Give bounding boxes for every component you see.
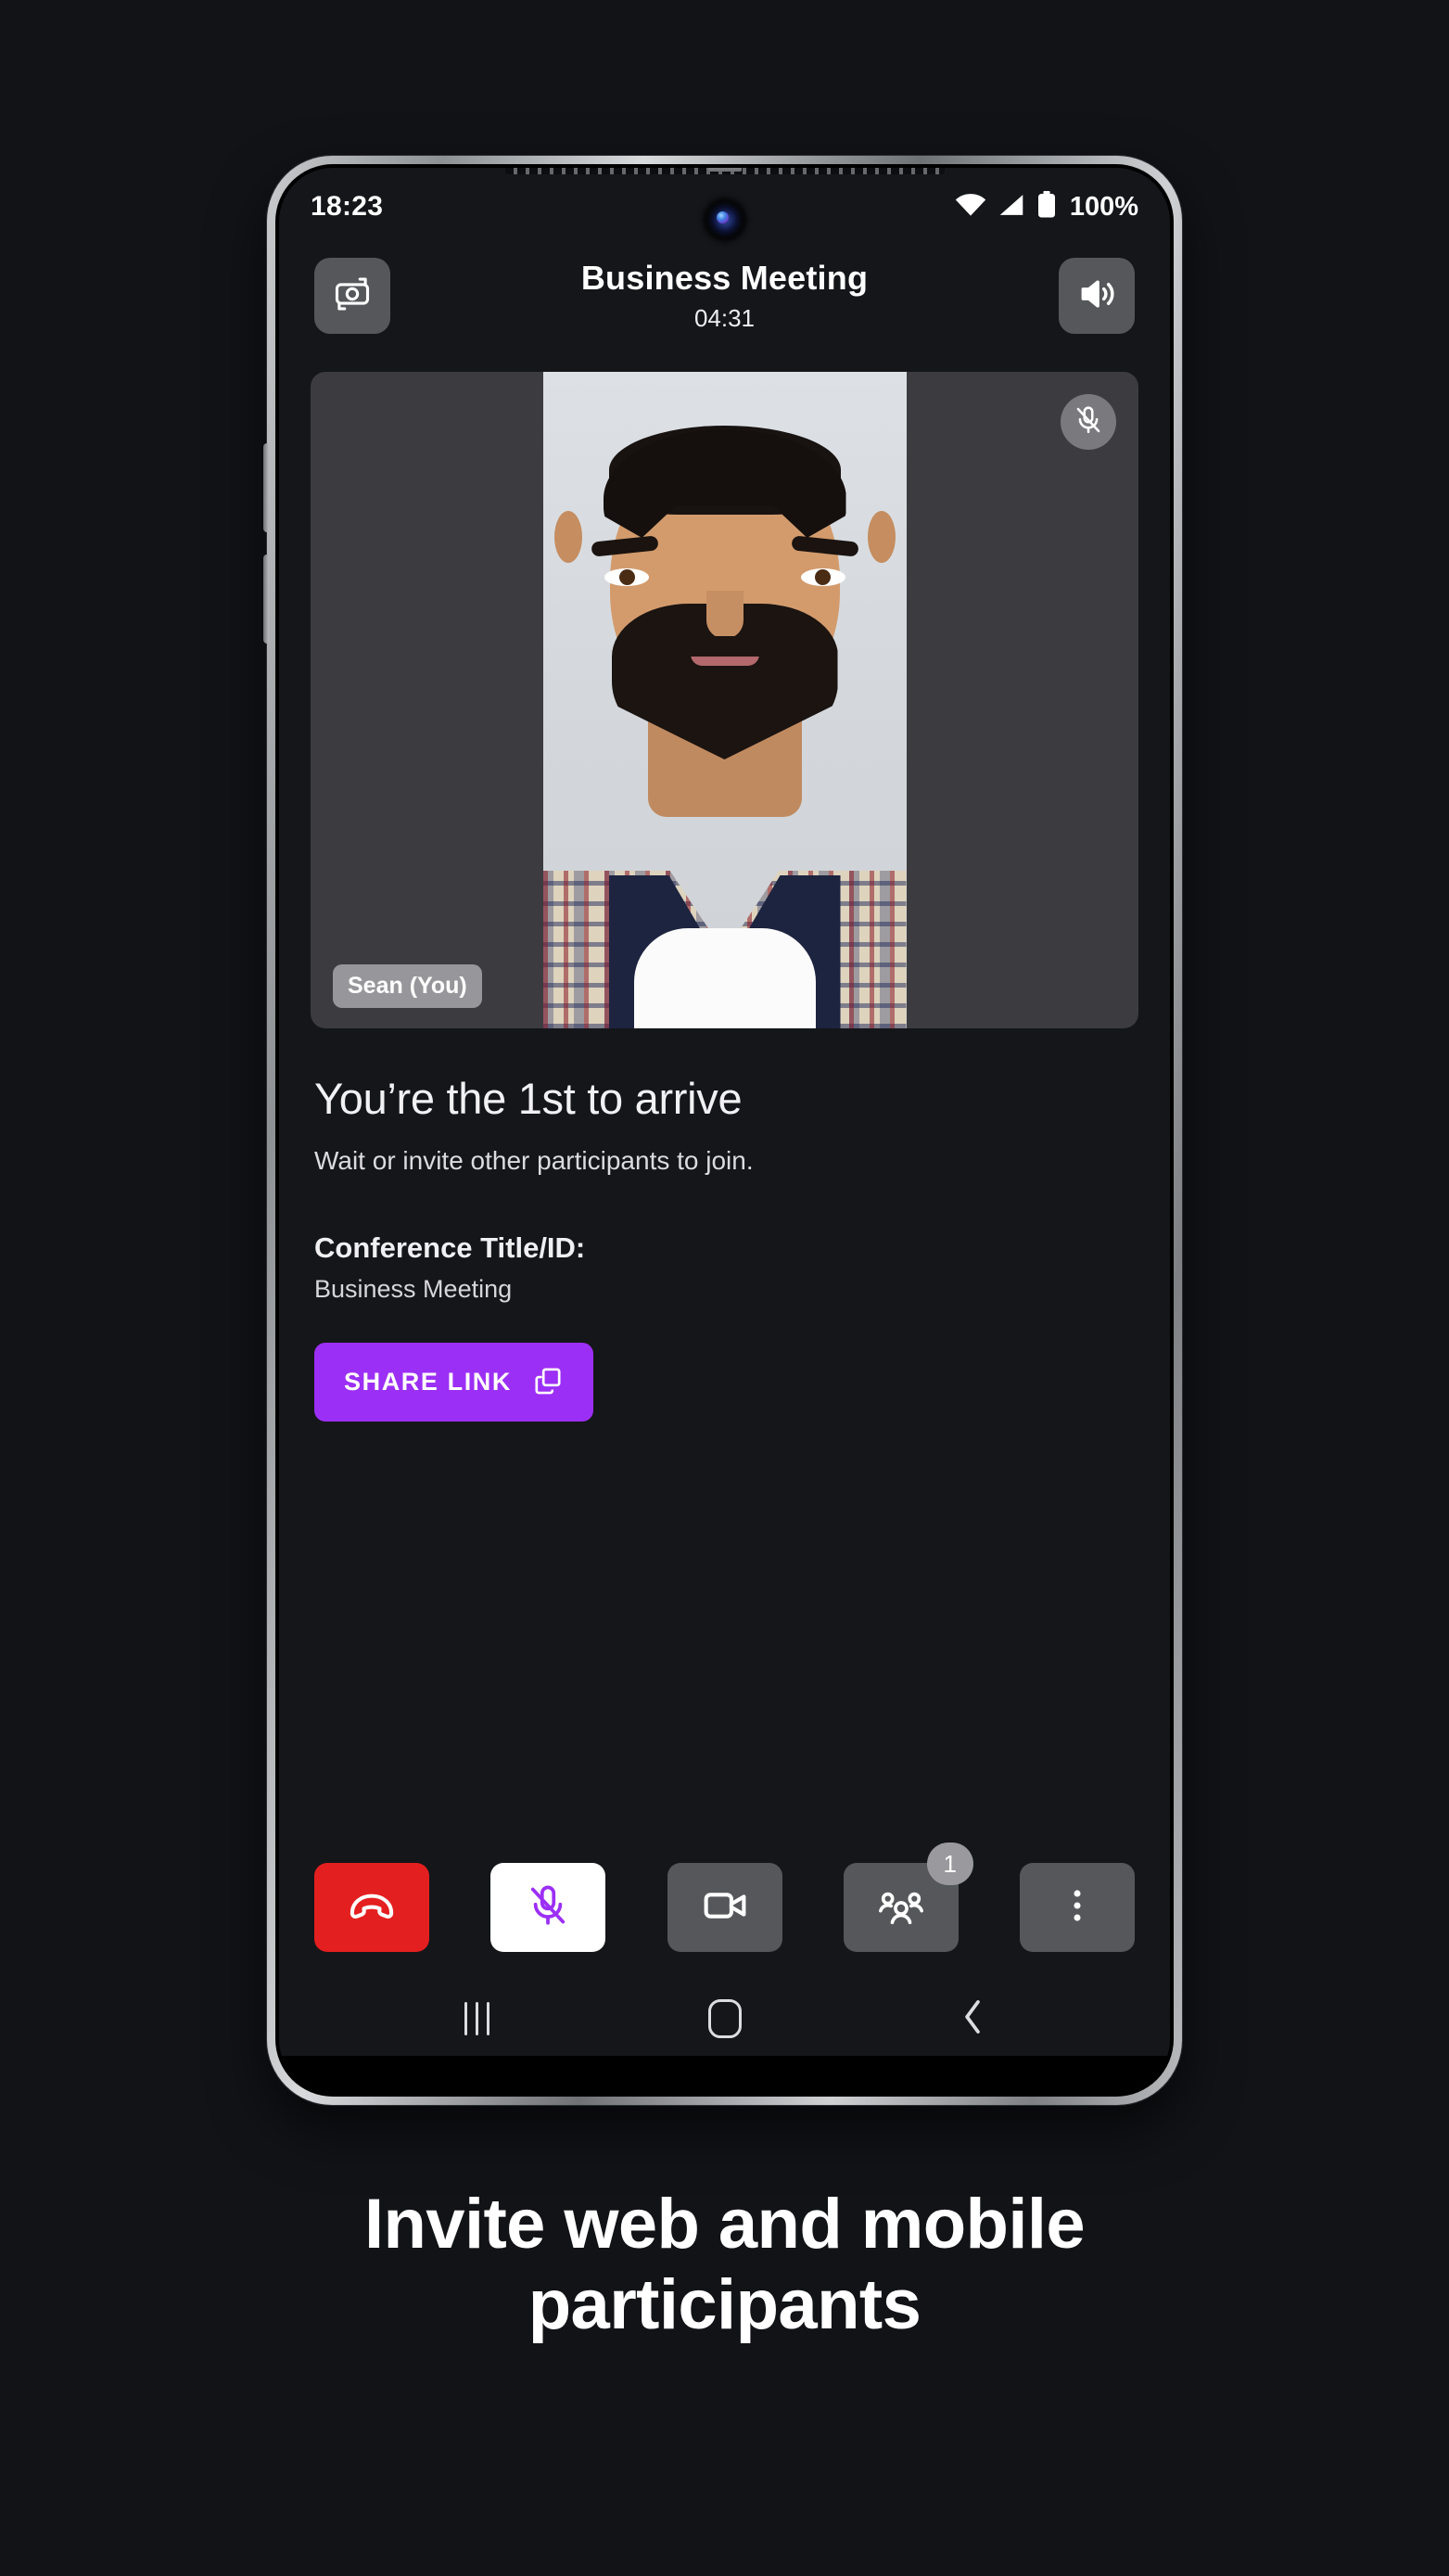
home-button[interactable] (683, 1991, 767, 2047)
phone-hangup-icon (347, 1881, 397, 1935)
promo-caption: Invite web and mobile participants (0, 2185, 1449, 2345)
end-call-button[interactable] (314, 1863, 429, 1952)
meeting-info-section: You’re the 1st to arrive Wait or invite … (279, 1028, 1170, 1422)
participant-name-badge: Sean (You) (333, 964, 482, 1008)
more-vertical-icon (1056, 1884, 1099, 1932)
participants-icon (877, 1881, 925, 1934)
phone-frame: 18:23 100% Business Meeting 04:31 Sean (… (263, 156, 1182, 2105)
front-camera-icon (705, 201, 744, 238)
microphone-toggle-button[interactable] (490, 1863, 606, 1952)
home-icon (707, 1999, 742, 2038)
participants-count-badge: 1 (926, 1843, 973, 1885)
battery-percentage: 100% (1069, 191, 1138, 222)
share-link-label: SHARE LINK (344, 1368, 513, 1396)
volume-up-button[interactable] (263, 443, 269, 532)
wifi-icon (955, 193, 986, 222)
more-options-button[interactable] (1020, 1863, 1135, 1952)
call-header: Business Meeting 04:31 (279, 236, 1170, 355)
promo-caption-line-1: Invite web and mobile (363, 2185, 1086, 2264)
share-link-button[interactable]: SHARE LINK (314, 1343, 594, 1422)
cellular-signal-icon (998, 193, 1025, 222)
speaker-grille-nub (707, 168, 742, 172)
promo-caption-line-2: participants (527, 2264, 922, 2344)
call-title-block: Business Meeting 04:31 (390, 259, 1059, 332)
call-controls-bar: 1 (279, 1843, 1170, 1952)
switch-camera-button[interactable] (314, 258, 390, 334)
video-camera-icon (701, 1881, 749, 1934)
status-bar-time: 18:23 (311, 191, 384, 222)
conference-title-value: Business Meeting (314, 1275, 513, 1303)
battery-icon (1036, 190, 1057, 223)
phone-bezel: 18:23 100% Business Meeting 04:31 Sean (… (275, 164, 1174, 2097)
android-navigation-bar (279, 1983, 1170, 2054)
camera-toggle-button[interactable] (667, 1863, 782, 1952)
speaker-on-icon (1076, 274, 1117, 319)
call-timer: 04:31 (693, 303, 756, 332)
arrival-subtext: Wait or invite other participants to joi… (314, 1146, 754, 1175)
recents-icon (464, 2002, 489, 2035)
microphone-off-icon (525, 1882, 571, 1933)
arrival-heading: You’re the 1st to arrive (314, 1074, 743, 1123)
camera-flip-icon (332, 274, 373, 319)
status-bar-icons: 100% (955, 190, 1138, 223)
participants-button[interactable]: 1 (843, 1843, 973, 1952)
copy-icon (532, 1365, 564, 1399)
volume-down-button[interactable] (263, 555, 269, 644)
back-icon (957, 1996, 988, 2042)
screen-bottom-edge (279, 2056, 1170, 2093)
recents-button[interactable] (436, 1991, 519, 2047)
conference-title-label: Conference Title/ID: (314, 1231, 586, 1264)
tile-mute-badge (1061, 394, 1116, 450)
phone-screen: 18:23 100% Business Meeting 04:31 Sean (… (279, 168, 1170, 2093)
video-tile-self[interactable]: Sean (You) (311, 372, 1138, 1028)
call-title: Business Meeting (580, 259, 869, 298)
participant-video-image (542, 372, 907, 1028)
microphone-off-icon (1073, 404, 1104, 440)
speaker-toggle-button[interactable] (1059, 258, 1135, 334)
back-button[interactable] (931, 1991, 1014, 2047)
